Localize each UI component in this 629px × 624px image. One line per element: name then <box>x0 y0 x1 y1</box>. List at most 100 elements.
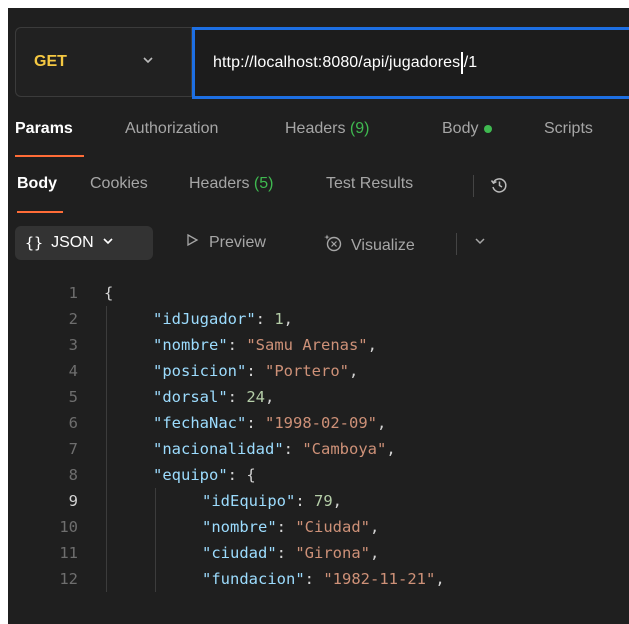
code-content: "nombre": "Ciudad", <box>202 514 379 540</box>
code-line: 2 "idJugador": 1, <box>0 306 629 332</box>
indent-guide <box>106 306 107 592</box>
divider <box>456 233 457 255</box>
json-comma: , <box>376 414 387 432</box>
request-bar: GET http://localhost:8080/api/jugadores /… <box>15 27 629 99</box>
response-view-bar: {} JSON Preview Visualize <box>15 226 629 262</box>
tab-authorization-label: Authorization <box>125 120 219 137</box>
tab-body-label: Body <box>442 120 479 137</box>
code-line: 5 "dorsal": 24, <box>0 384 629 410</box>
text-cursor <box>461 52 463 74</box>
json-key: "ciudad" <box>202 544 277 562</box>
chevron-down-icon[interactable] <box>473 234 487 253</box>
active-response-tab-indicator <box>17 211 63 213</box>
tab-cookies-label: Cookies <box>90 175 148 192</box>
json-colon: : <box>227 388 247 406</box>
tab-headers-count: (9) <box>349 120 370 137</box>
visualize-button[interactable]: Visualize <box>323 233 415 258</box>
format-select[interactable]: {} JSON <box>15 226 153 260</box>
code-line: 9 "idEquipo": 79, <box>0 488 629 514</box>
url-after-cursor: /1 <box>463 54 478 72</box>
json-key: "posicion" <box>153 362 247 380</box>
play-triangle-icon <box>185 233 199 252</box>
line-number: 10 <box>59 518 78 536</box>
braces-icon: {} <box>25 234 44 252</box>
tab-authorization[interactable]: Authorization <box>125 120 218 138</box>
json-number-value: 24 <box>246 388 265 406</box>
json-string-value: "Samu Arenas" <box>246 336 368 354</box>
code-line: 3 "nombre": "Samu Arenas", <box>0 332 629 358</box>
code-line: 11 "ciudad": "Girona", <box>0 540 629 566</box>
url-input[interactable]: http://localhost:8080/api/jugadores/1 <box>192 27 629 99</box>
tab-scripts[interactable]: Scripts <box>544 120 593 138</box>
json-comma: , <box>332 492 343 510</box>
json-comma: , <box>386 440 396 458</box>
visualize-label: Visualize <box>351 236 415 254</box>
tab-headers-label: Headers <box>285 120 350 137</box>
divider <box>473 175 474 197</box>
json-colon: : <box>276 544 296 562</box>
json-comma: , <box>435 570 445 588</box>
code-line: 12 "fundacion": "1982-11-21", <box>0 566 629 592</box>
json-comma: , <box>265 388 275 406</box>
tab-headers[interactable]: Headers (9) <box>285 120 369 138</box>
url-text: http://localhost:8080/api/jugadores/1 <box>213 52 477 74</box>
active-tab-indicator <box>15 155 84 157</box>
preview-label: Preview <box>209 233 266 251</box>
json-key: "dorsal" <box>153 388 228 406</box>
json-brace: { <box>246 466 256 484</box>
code-content: "idEquipo": 79, <box>202 488 342 514</box>
line-number: 9 <box>68 492 78 510</box>
preview-button[interactable]: Preview <box>185 233 266 252</box>
code-content: "posicion": "Portero", <box>153 358 358 384</box>
line-number: 12 <box>59 570 78 588</box>
tab-test-results[interactable]: Test Results <box>326 175 413 193</box>
tab-response-headers-count: (5) <box>253 175 274 192</box>
line-number: 2 <box>68 310 78 328</box>
json-string-value: "1982-11-21" <box>323 570 436 588</box>
code-line: 1{ <box>0 280 629 306</box>
code-content: "nacionalidad": "Camboya", <box>153 436 396 462</box>
url-before-cursor: http://localhost:8080/api/jugadores <box>213 54 461 72</box>
code-content: "equipo": { <box>153 462 256 488</box>
json-colon: : <box>276 518 296 536</box>
json-key: "nombre" <box>202 518 277 536</box>
tab-cookies[interactable]: Cookies <box>90 175 148 193</box>
line-number: 7 <box>68 440 78 458</box>
code-line: 7 "nacionalidad": "Camboya", <box>0 436 629 462</box>
visualize-sparkle-icon <box>323 233 343 258</box>
json-key: "idJugador" <box>153 310 256 328</box>
tab-body[interactable]: Body <box>442 120 493 138</box>
code-content: "fechaNac": "1998-02-09", <box>153 410 386 436</box>
line-number: 3 <box>68 336 78 354</box>
json-colon: : <box>295 492 314 510</box>
json-number-value: 79 <box>314 492 333 510</box>
code-content: "ciudad": "Girona", <box>202 540 379 566</box>
tab-response-body[interactable]: Body <box>17 175 57 193</box>
code-line: 4 "posicion": "Portero", <box>0 358 629 384</box>
code-line: 10 "nombre": "Ciudad", <box>0 514 629 540</box>
request-tabs: Params Authorization Headers (9) Body Sc… <box>15 120 629 160</box>
line-number: 1 <box>68 284 78 302</box>
json-string-value: "1998-02-09" <box>265 414 377 432</box>
tab-test-results-label: Test Results <box>326 175 414 192</box>
json-comma: , <box>349 362 359 380</box>
history-icon[interactable] <box>489 175 509 200</box>
json-key: "equipo" <box>153 466 228 484</box>
code-content: "nombre": "Samu Arenas", <box>153 332 377 358</box>
code-line: 6 "fechaNac": "1998-02-09", <box>0 410 629 436</box>
tab-params[interactable]: Params <box>15 120 73 138</box>
line-number: 11 <box>59 544 78 562</box>
tab-response-headers[interactable]: Headers (5) <box>189 175 273 193</box>
tab-response-headers-label: Headers <box>189 175 254 192</box>
tab-params-label: Params <box>15 120 73 137</box>
line-number: 4 <box>68 362 78 380</box>
line-number: 5 <box>68 388 78 406</box>
method-label: GET <box>34 53 67 70</box>
code-content: "dorsal": 24, <box>153 384 274 410</box>
json-string-value: "Girona" <box>295 544 370 562</box>
json-comma: , <box>283 310 294 328</box>
json-string-value: "Ciudad" <box>295 518 370 536</box>
chevron-down-icon <box>141 53 155 72</box>
indent-guide <box>155 488 156 592</box>
method-select[interactable]: GET <box>16 28 192 96</box>
